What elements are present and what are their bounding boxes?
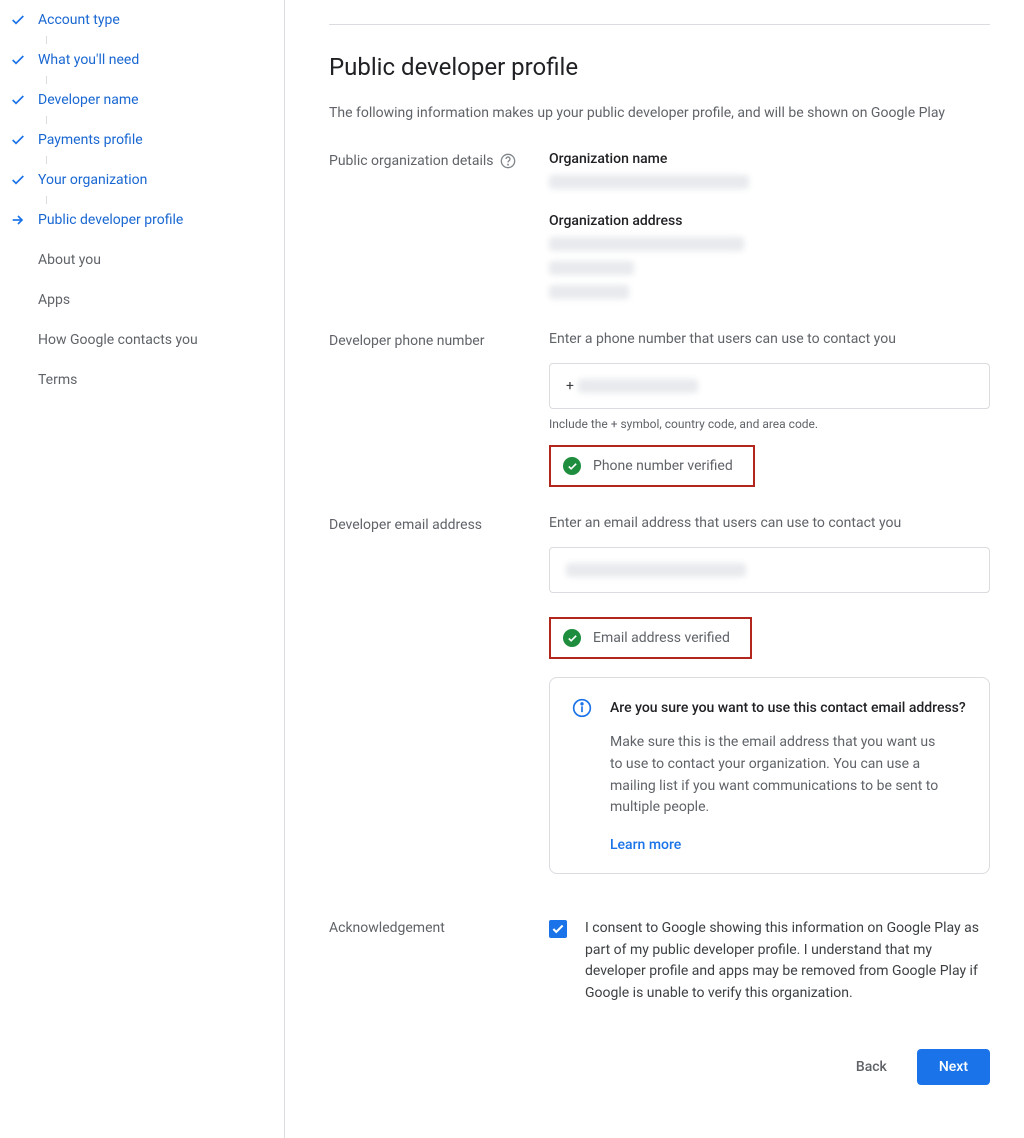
nav-label: Payments profile [38,132,143,148]
nav-label: Apps [38,292,70,308]
phone-verified-text: Phone number verified [593,458,733,474]
nav-terms[interactable]: Terms [10,360,284,400]
phone-verified-box: Phone number verified [549,445,755,487]
next-button[interactable]: Next [917,1049,990,1085]
email-info-card: Are you sure you want to use this contac… [549,677,990,874]
ack-label: Acknowledgement [329,918,549,1005]
nav-about-you[interactable]: About you [10,240,284,280]
info-icon [572,698,592,853]
divider [329,24,990,25]
org-details-row: Public organization details Organization… [329,151,990,303]
back-button[interactable]: Back [834,1049,909,1085]
phone-row: Developer phone number Enter a phone num… [329,331,990,487]
phone-label: Developer phone number [329,331,549,487]
nav-label: What you'll need [38,52,139,68]
help-icon[interactable] [500,153,516,173]
page-title: Public developer profile [329,53,990,81]
learn-more-link[interactable]: Learn more [610,837,681,853]
email-redacted [566,563,746,577]
sidebar: Account type What you'll need Developer … [0,0,285,1138]
email-input[interactable] [549,547,990,593]
check-icon [10,52,38,68]
info-title: Are you sure you want to use this contac… [610,698,966,718]
nav-apps[interactable]: Apps [10,280,284,320]
nav-your-organization[interactable]: Your organization [10,160,284,200]
phone-hint: Enter a phone number that users can use … [549,331,990,347]
acknowledgement-row: Acknowledgement I consent to Google show… [329,918,990,1005]
org-details-label: Public organization details [329,151,549,303]
phone-sub-hint: Include the + symbol, country code, and … [549,417,990,431]
ack-checkbox[interactable] [549,920,567,938]
check-icon [10,172,38,188]
email-label: Developer email address [329,515,549,874]
org-name-redacted [549,175,749,189]
nav-label: Terms [38,372,77,388]
org-address-redacted [549,261,634,275]
nav-developer-name[interactable]: Developer name [10,80,284,120]
info-body: Make sure this is the email address that… [610,732,950,819]
check-icon [10,12,38,28]
nav-label: About you [38,252,101,268]
check-circle-icon [563,629,581,647]
nav-payments-profile[interactable]: Payments profile [10,120,284,160]
email-verified-text: Email address verified [593,630,730,646]
org-address-heading: Organization address [549,213,990,229]
nav-label: Developer name [38,92,139,108]
nav-label: How Google contacts you [38,332,198,348]
main-content: Public developer profile The following i… [285,0,1024,1138]
phone-input[interactable]: + [549,363,990,409]
ack-text: I consent to Google showing this informa… [585,918,990,1005]
org-name-heading: Organization name [549,151,990,167]
nav-label: Your organization [38,172,147,188]
check-icon [10,132,38,148]
org-address-redacted [549,285,629,299]
nav-account-type[interactable]: Account type [10,0,284,40]
email-hint: Enter an email address that users can us… [549,515,990,531]
nav-public-developer-profile[interactable]: Public developer profile [10,200,284,240]
phone-redacted [578,379,698,393]
email-verified-box: Email address verified [549,617,752,659]
check-circle-icon [563,457,581,475]
email-row: Developer email address Enter an email a… [329,515,990,874]
nav-label: Public developer profile [38,212,183,228]
page-description: The following information makes up your … [329,105,990,121]
org-address-redacted [549,237,744,251]
nav-what-youll-need[interactable]: What you'll need [10,40,284,80]
nav-how-google-contacts[interactable]: How Google contacts you [10,320,284,360]
arrow-right-icon [10,212,38,228]
footer-buttons: Back Next [329,1049,990,1085]
nav-label: Account type [38,12,120,28]
check-icon [10,92,38,108]
